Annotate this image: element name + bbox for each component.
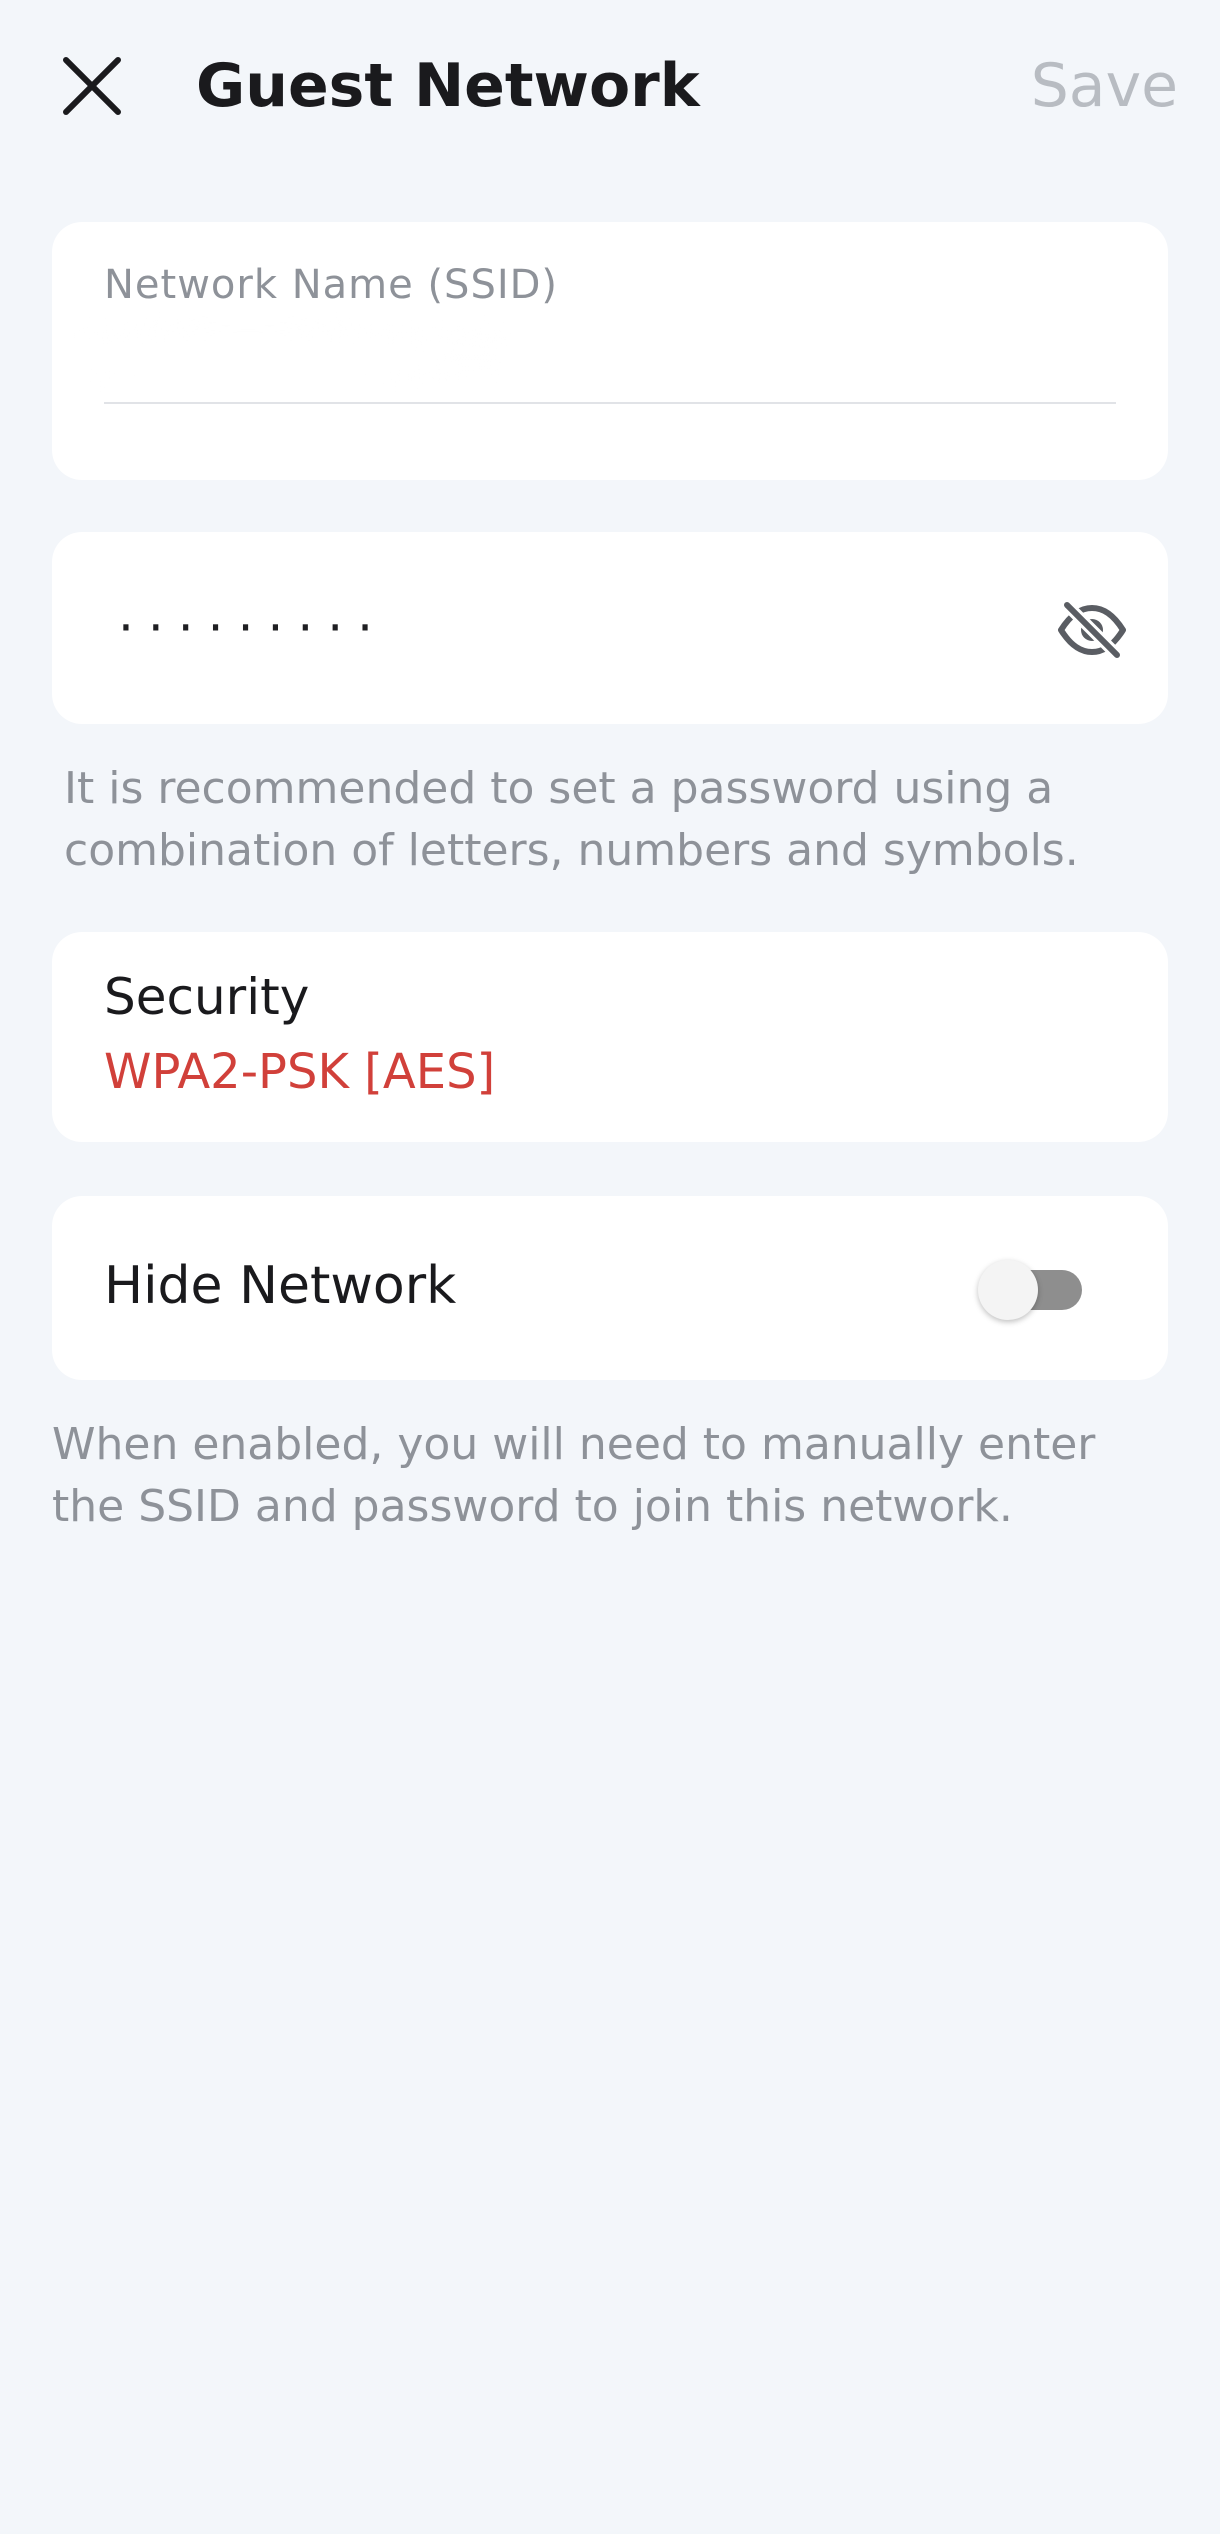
security-value: WPA2-PSK [AES] bbox=[104, 1044, 496, 1100]
ssid-card: Network Name (SSID) bbox=[52, 222, 1168, 480]
password-card bbox=[52, 532, 1168, 724]
close-icon bbox=[63, 57, 121, 115]
password-hint: It is recommended to set a password usin… bbox=[64, 763, 1079, 876]
toggle-password-visibility-button[interactable] bbox=[1050, 588, 1134, 672]
close-button[interactable] bbox=[44, 38, 140, 134]
hide-network-row: Hide Network bbox=[52, 1196, 1168, 1380]
header: Guest Network Save bbox=[0, 0, 1220, 180]
page-title: Guest Network bbox=[196, 51, 700, 121]
security-row[interactable]: Security WPA2-PSK [AES] bbox=[52, 932, 1168, 1142]
security-label: Security bbox=[104, 968, 310, 1026]
guest-network-page: Guest Network Save Network Name (SSID) I… bbox=[0, 0, 1220, 2534]
save-button[interactable]: Save bbox=[1031, 48, 1178, 124]
hide-network-toggle[interactable] bbox=[978, 1260, 1082, 1320]
hide-network-hint: When enabled, you will need to manually … bbox=[52, 1419, 1096, 1532]
password-field[interactable] bbox=[118, 588, 1018, 668]
hide-network-label: Hide Network bbox=[104, 1256, 457, 1316]
ssid-label: Network Name (SSID) bbox=[104, 262, 559, 308]
ssid-input[interactable] bbox=[104, 320, 1116, 380]
ssid-underline bbox=[104, 402, 1116, 404]
toggle-thumb bbox=[978, 1260, 1038, 1320]
eye-off-icon bbox=[1058, 599, 1126, 661]
